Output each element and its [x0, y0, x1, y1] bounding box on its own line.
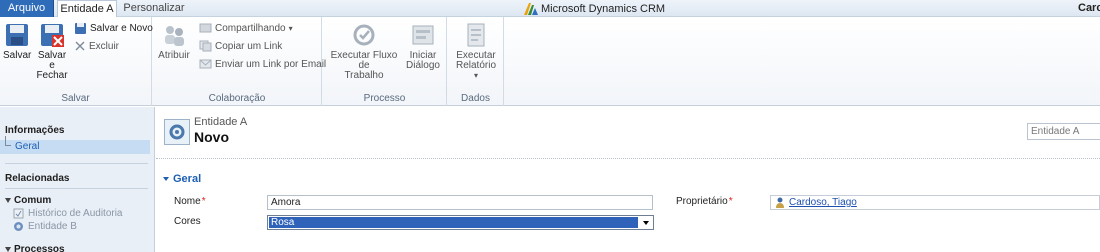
nav-item-historico-auditoria[interactable]: Histórico de Auditoria	[13, 208, 123, 219]
user-name[interactable]: Carc	[1078, 2, 1100, 14]
expand-triangle-icon	[5, 197, 11, 203]
record-title: Novo	[194, 129, 229, 145]
assign-icon	[165, 26, 184, 46]
nav-item-entidade-b[interactable]: Entidade B	[13, 221, 77, 232]
nav-header-relacionadas: Relacionadas	[5, 173, 70, 184]
form-selector[interactable]: Entidade A	[1027, 123, 1100, 140]
app-title: Microsoft Dynamics CRM	[541, 2, 666, 15]
colors-label: Cores	[174, 216, 201, 227]
dialog-icon	[412, 25, 434, 45]
tab-arquivo[interactable]: Arquivo	[0, 0, 54, 17]
ribbon-group-label-processo: Processo	[363, 93, 406, 104]
form-area: Entidade A Novo Entidade A Geral Nome* A…	[156, 107, 1100, 252]
colors-select-value: Rosa	[269, 217, 638, 228]
dropdown-arrow-icon	[643, 221, 649, 225]
ribbon-group-dados: Executar Relatório ▾ Dados	[448, 17, 504, 106]
ribbon-group-processo: Executar Fluxo de Trabalho Iniciar Diálo…	[323, 17, 447, 106]
entity-b-icon	[14, 222, 23, 231]
entity-gear-icon	[164, 119, 190, 145]
nav-group-processos[interactable]: Processos	[5, 244, 65, 252]
nav-group-comum[interactable]: Comum	[5, 195, 51, 206]
ribbon-group-label-colaboracao: Colaboração	[208, 93, 266, 104]
chevron-down-icon: ▾	[288, 23, 293, 33]
email-link-icon	[199, 59, 212, 69]
ribbon-group-label-salvar: Salvar	[61, 93, 90, 104]
delete-button[interactable]: Excluir	[74, 38, 119, 54]
ribbon: Salvar Salvar e Fechar Salvar e Novo Exc…	[0, 17, 1100, 106]
copy-link-icon	[199, 40, 212, 52]
chevron-down-icon: ▾	[473, 71, 478, 80]
nav-divider	[5, 188, 148, 189]
audit-history-icon	[13, 208, 24, 219]
run-workflow-button[interactable]: Executar Fluxo de Trabalho	[329, 21, 399, 81]
copy-link-button[interactable]: Copiar um Link	[199, 38, 282, 54]
email-link-button[interactable]: Enviar um Link por Email	[199, 56, 326, 72]
name-field[interactable]: Amora	[267, 195, 653, 210]
nav-header-informacoes: Informações	[5, 125, 65, 136]
required-indicator: *	[728, 196, 733, 207]
workflow-icon	[353, 24, 375, 46]
save-new-button[interactable]: Salvar e Novo	[74, 20, 153, 36]
form-header: Entidade A Novo Entidade A	[156, 107, 1100, 159]
expand-triangle-icon	[5, 246, 11, 252]
entity-name: Entidade A	[194, 116, 248, 128]
ribbon-group-label-dados: Dados	[461, 93, 490, 104]
floppy-disk-icon	[6, 24, 28, 46]
sharing-button[interactable]: Compartilhando ▾	[199, 20, 293, 36]
user-icon	[776, 197, 784, 208]
dynamics-logo-icon	[524, 2, 538, 15]
required-indicator: *	[201, 196, 206, 207]
colors-select[interactable]: Rosa	[267, 215, 654, 230]
name-label: Nome*	[174, 196, 206, 207]
ribbon-group-colaboracao: Atribuir Compartilhando ▾ Copiar um Link…	[153, 17, 326, 106]
tree-connector-icon	[5, 136, 11, 146]
nav-item-geral[interactable]: Geral	[0, 136, 150, 154]
ribbon-group-salvar: Salvar Salvar e Fechar Salvar e Novo Exc…	[0, 17, 153, 106]
delete-x-icon	[75, 41, 85, 51]
tab-entidade-a[interactable]: Entidade A	[57, 0, 117, 18]
start-dialog-button[interactable]: Iniciar Diálogo	[405, 21, 441, 71]
owner-link[interactable]: Cardoso, Tiago	[789, 196, 857, 209]
owner-label: Proprietário*	[676, 196, 733, 207]
left-navigation: Informações Geral Relacionadas Comum His…	[0, 107, 155, 252]
save-close-button[interactable]: Salvar e Fechar	[35, 21, 69, 81]
save-new-icon	[75, 22, 86, 34]
collapse-caret-icon	[163, 177, 169, 181]
report-icon	[467, 23, 485, 47]
nav-divider	[5, 163, 148, 164]
tab-personalizar[interactable]: Personalizar	[123, 0, 185, 17]
owner-lookup-field[interactable]: Cardoso, Tiago	[770, 195, 1100, 210]
section-geral[interactable]: Geral	[163, 173, 201, 185]
app-brand: Microsoft Dynamics CRM	[524, 1, 665, 16]
run-report-button[interactable]: Executar Relatório ▾	[454, 21, 498, 81]
assign-button[interactable]: Atribuir	[157, 21, 191, 61]
top-tab-bar: Arquivo Entidade A Personalizar Microsof…	[0, 0, 1100, 18]
owner-lookup-value: Cardoso, Tiago	[775, 196, 857, 209]
sharing-icon	[199, 23, 212, 33]
save-button[interactable]: Salvar	[3, 21, 31, 61]
save-close-icon	[41, 24, 64, 47]
